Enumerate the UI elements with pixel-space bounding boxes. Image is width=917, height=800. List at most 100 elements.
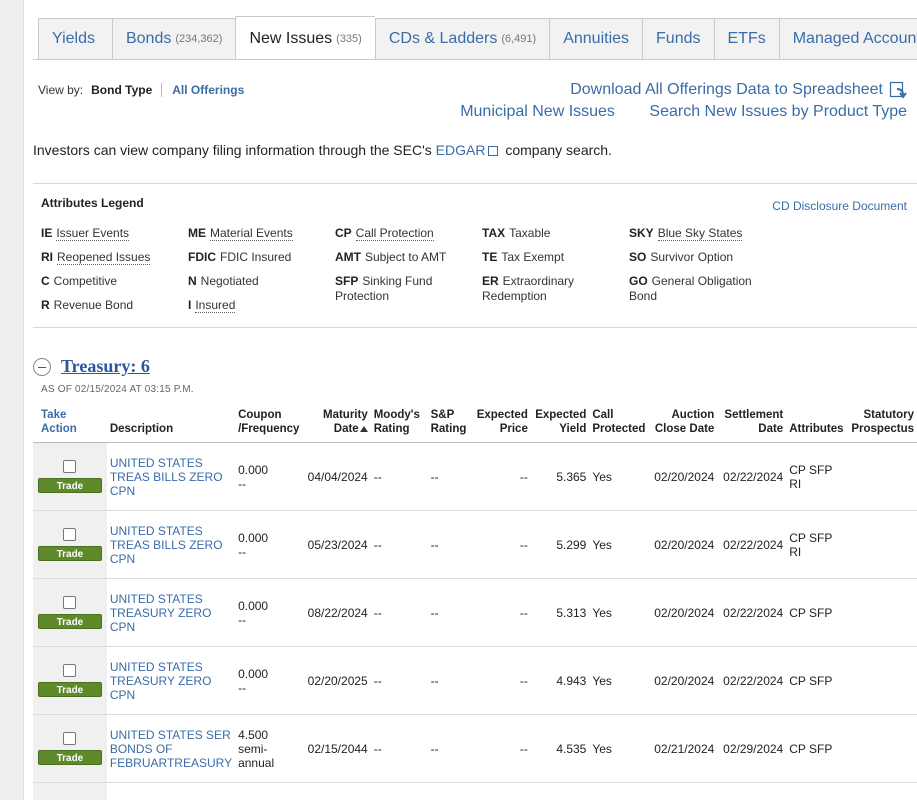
legend-code: I — [188, 298, 192, 312]
take-action-cell: Trade — [33, 510, 107, 579]
legend-desc: Tax Exempt — [501, 250, 565, 264]
legend-item: FDIC FDIC Insured — [188, 250, 328, 265]
auction-cell: 02/20/2024 — [648, 646, 718, 715]
col-moodys[interactable]: Moody's Rating — [370, 404, 428, 443]
trade-button[interactable]: Trade — [37, 546, 102, 561]
col-expected-yield[interactable]: Expected Yield — [530, 404, 590, 443]
search-new-issues-link[interactable]: Search New Issues by Product Type — [649, 103, 907, 120]
call-cell: Yes — [589, 578, 649, 647]
legend-desc: Survivor Option — [650, 250, 734, 264]
divider — [33, 183, 917, 184]
header-text: /Frequency — [238, 423, 300, 435]
col-expected-price[interactable]: Expected Price — [472, 404, 531, 443]
external-link-icon — [488, 146, 499, 156]
moodys-cell: -- — [370, 646, 428, 715]
sp-cell: -- — [427, 578, 473, 647]
col-coupon[interactable]: Coupon/Frequency — [235, 404, 305, 443]
frequency-value: -- — [238, 612, 247, 627]
header-text: Rating — [373, 423, 410, 435]
sec-notice: Investors can view company filing inform… — [33, 142, 612, 158]
header-text: Maturity — [322, 409, 368, 421]
trade-button[interactable]: Trade — [37, 682, 102, 697]
sp-cell: -- — [427, 442, 473, 511]
legend-item: I Insured — [188, 298, 328, 313]
legend-code: SFP — [335, 274, 359, 288]
legend-desc: Blue Sky States — [657, 226, 743, 241]
header-text: Protected — [592, 423, 646, 435]
cd-disclosure-link[interactable]: CD Disclosure Document — [772, 199, 907, 213]
take-action-cell: Trade — [33, 646, 107, 715]
select-checkbox[interactable] — [63, 664, 77, 677]
view-by-bond-type: Bond Type — [91, 83, 163, 97]
tab-managed-accounts[interactable]: Managed Accounts — [778, 18, 917, 60]
col-auction-close[interactable]: Auction Close Date — [648, 404, 718, 443]
attributes-cell: CP SFP — [786, 646, 849, 715]
take-action-cell: Trade — [33, 442, 107, 511]
col-sp[interactable]: S&P Rating — [427, 404, 473, 443]
bond-description-link[interactable]: UNITED STATES TREASURY ZERO CPN — [110, 660, 212, 702]
maturity-cell: 04/04/2024 — [304, 442, 371, 511]
view-by-all-offerings-link[interactable]: All Offerings — [172, 83, 244, 97]
col-call-protected[interactable]: Call Protected — [589, 404, 649, 443]
legend-code: SKY — [629, 226, 654, 240]
settlement-cell: 02/22/2024 — [717, 646, 787, 715]
municipal-new-issues-link[interactable]: Municipal New Issues — [460, 103, 615, 120]
select-checkbox[interactable] — [63, 528, 77, 541]
col-description[interactable]: Description — [106, 404, 236, 443]
legend-code: C — [41, 274, 50, 288]
coupon-value: 0.000 — [238, 598, 269, 613]
tab-etfs[interactable]: ETFs — [713, 18, 779, 60]
col-take-action: Take Action — [33, 404, 107, 443]
header-text: Date — [758, 423, 784, 435]
price-cell: -- — [472, 442, 531, 511]
header-text: Prospectus — [851, 423, 914, 435]
select-checkbox[interactable] — [63, 460, 77, 473]
trade-button[interactable]: Trade — [37, 478, 102, 493]
col-settlement[interactable]: Settlement Date — [717, 404, 787, 443]
table-row: Trade UNITED STATES TREAS BILLS ZERO CPN… — [33, 442, 917, 511]
moodys-cell: -- — [370, 510, 428, 579]
table-row: Trade UNITED STATES TREAS BILLS ZERO CPN… — [33, 510, 917, 579]
description-cell: UNITED STATES TREAS BILLS ZERO CPN — [106, 442, 236, 511]
select-checkbox[interactable] — [63, 596, 77, 609]
tab-new-issues[interactable]: New Issues (335) — [235, 16, 375, 60]
tab-count: (234,362) — [175, 33, 223, 45]
bond-description-link[interactable]: UNITED STATES TREASURY ZERO CPN — [110, 592, 212, 634]
tab-bonds[interactable]: Bonds (234,362) — [111, 18, 236, 60]
legend-code: R — [41, 298, 50, 312]
header-text: Rating — [430, 423, 467, 435]
moodys-cell: -- — [370, 442, 428, 511]
tab-label: Bonds — [125, 30, 172, 47]
tab-underline — [33, 59, 917, 60]
legend-code: N — [188, 274, 197, 288]
bond-description-link[interactable]: UNITED STATES TREAS BILLS ZERO CPN — [110, 524, 223, 566]
tab-funds[interactable]: Funds — [642, 18, 714, 60]
header-text: Auction — [671, 409, 715, 421]
treasury-title[interactable]: Treasury: 6 — [61, 356, 150, 377]
legend-code: TAX — [482, 226, 506, 240]
download-icon[interactable] — [889, 81, 907, 99]
coupon-cell: 0.000 -- — [235, 646, 305, 715]
tab-annuities[interactable]: Annuities — [549, 18, 643, 60]
maturity-cell: 08/22/2024 — [304, 578, 371, 647]
bond-description-link[interactable]: UNITED STATES TREAS BILLS ZERO CPN — [110, 456, 223, 498]
trade-button[interactable]: Trade — [37, 614, 102, 629]
trade-button[interactable]: Trade — [37, 750, 102, 765]
legend-desc: Subject to AMT — [365, 250, 447, 264]
select-checkbox[interactable] — [63, 732, 77, 745]
header-text: Coupon — [238, 409, 282, 421]
frequency-value: semi-annual — [238, 741, 275, 770]
call-cell: Yes — [589, 714, 649, 783]
download-spreadsheet-link[interactable]: Download All Offerings Data to Spreadshe… — [570, 79, 883, 101]
tab-yields[interactable]: Yields — [38, 18, 112, 60]
col-maturity[interactable]: Maturity Date — [304, 404, 371, 443]
legend-code: RI — [41, 250, 53, 264]
view-by-selector: View by: Bond Type All Offerings — [38, 83, 244, 97]
call-cell: Yes — [589, 442, 649, 511]
tab-cds-ladders[interactable]: CDs & Ladders (6,491) — [374, 18, 550, 60]
collapse-icon[interactable] — [33, 357, 51, 376]
bond-description-link[interactable]: UNITED STATES SER BONDS OF FEBRUARTREASU… — [110, 728, 232, 770]
edgar-link[interactable]: EDGAR — [436, 142, 486, 158]
col-attributes: Attributes — [786, 404, 849, 443]
attributes-cell: CP SFP RI — [786, 510, 849, 579]
